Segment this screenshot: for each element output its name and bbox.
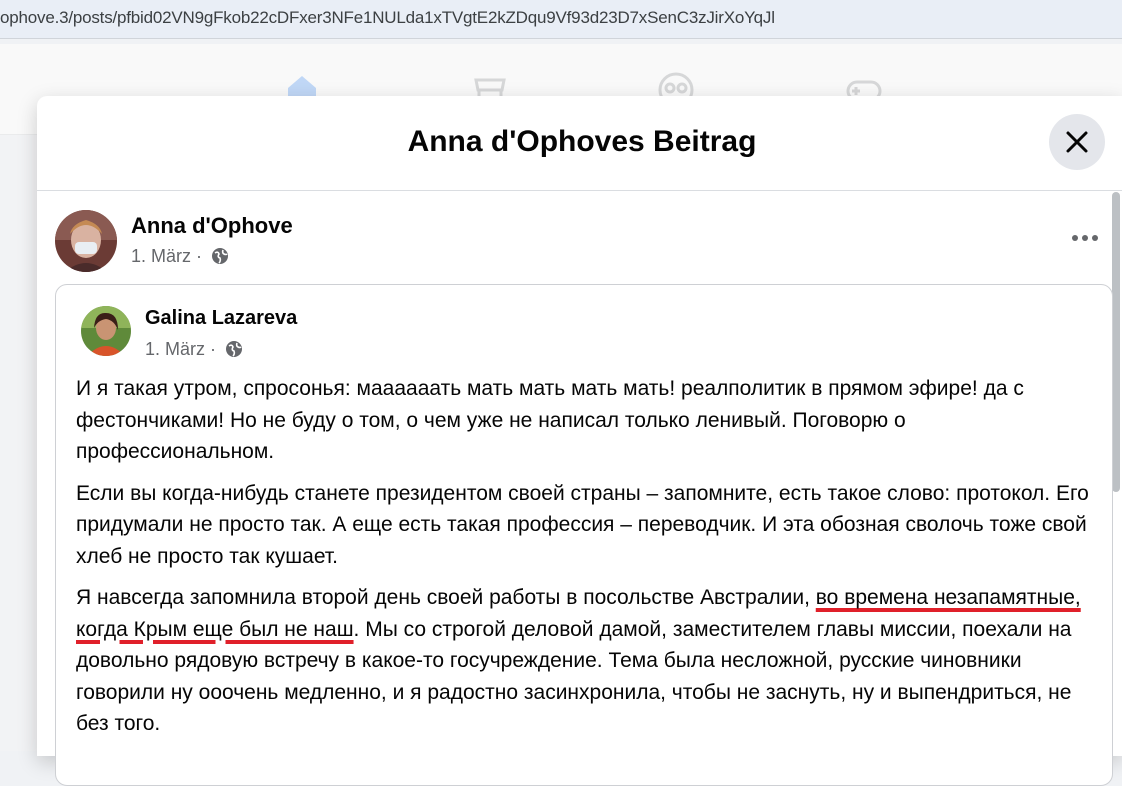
dialog-scrollbar[interactable] — [1112, 192, 1120, 492]
globe-icon[interactable] — [225, 340, 243, 358]
dialog-header: Anna d'Ophoves Beitrag — [37, 96, 1122, 191]
shared-author-avatar[interactable] — [81, 306, 131, 356]
dialog-title: Anna d'Ophoves Beitrag — [407, 125, 757, 158]
post-dialog: Anna d'Ophoves Beitrag Anna d'Ophove 1. … — [37, 96, 1122, 786]
post-meta: 1. März · — [131, 246, 229, 267]
shared-post-date[interactable]: 1. März — [145, 339, 205, 359]
globe-icon[interactable] — [211, 247, 229, 265]
author-name[interactable]: Anna d'Ophove — [131, 213, 293, 239]
paragraph-3: Я навсегда запомнила второй день своей р… — [76, 586, 1081, 735]
paragraph-1: И я такая утром, спросонья: маааааать ма… — [76, 377, 1024, 463]
shared-author-name[interactable]: Galina Lazareva — [145, 307, 297, 330]
more-options-icon — [1072, 235, 1098, 241]
shared-post-body: И я такая утром, спросонья: маааааать ма… — [76, 373, 1096, 750]
paragraph-2: Если вы когда-нибудь станете президентом… — [76, 481, 1089, 568]
post-date[interactable]: 1. März — [131, 246, 191, 266]
browser-address-bar[interactable]: ophove.3/posts/pfbid02VN9gFkob22cDFxer3N… — [0, 0, 1122, 39]
shared-post-card[interactable]: Galina Lazareva 1. März · И я такая утро… — [55, 284, 1113, 786]
more-options-button[interactable] — [1070, 227, 1100, 249]
shared-post-meta: 1. März · — [145, 339, 243, 360]
url-text[interactable]: ophove.3/posts/pfbid02VN9gFkob22cDFxer3N… — [0, 8, 775, 28]
close-icon — [1066, 131, 1088, 153]
close-button[interactable] — [1049, 114, 1105, 170]
author-avatar[interactable] — [55, 210, 117, 272]
